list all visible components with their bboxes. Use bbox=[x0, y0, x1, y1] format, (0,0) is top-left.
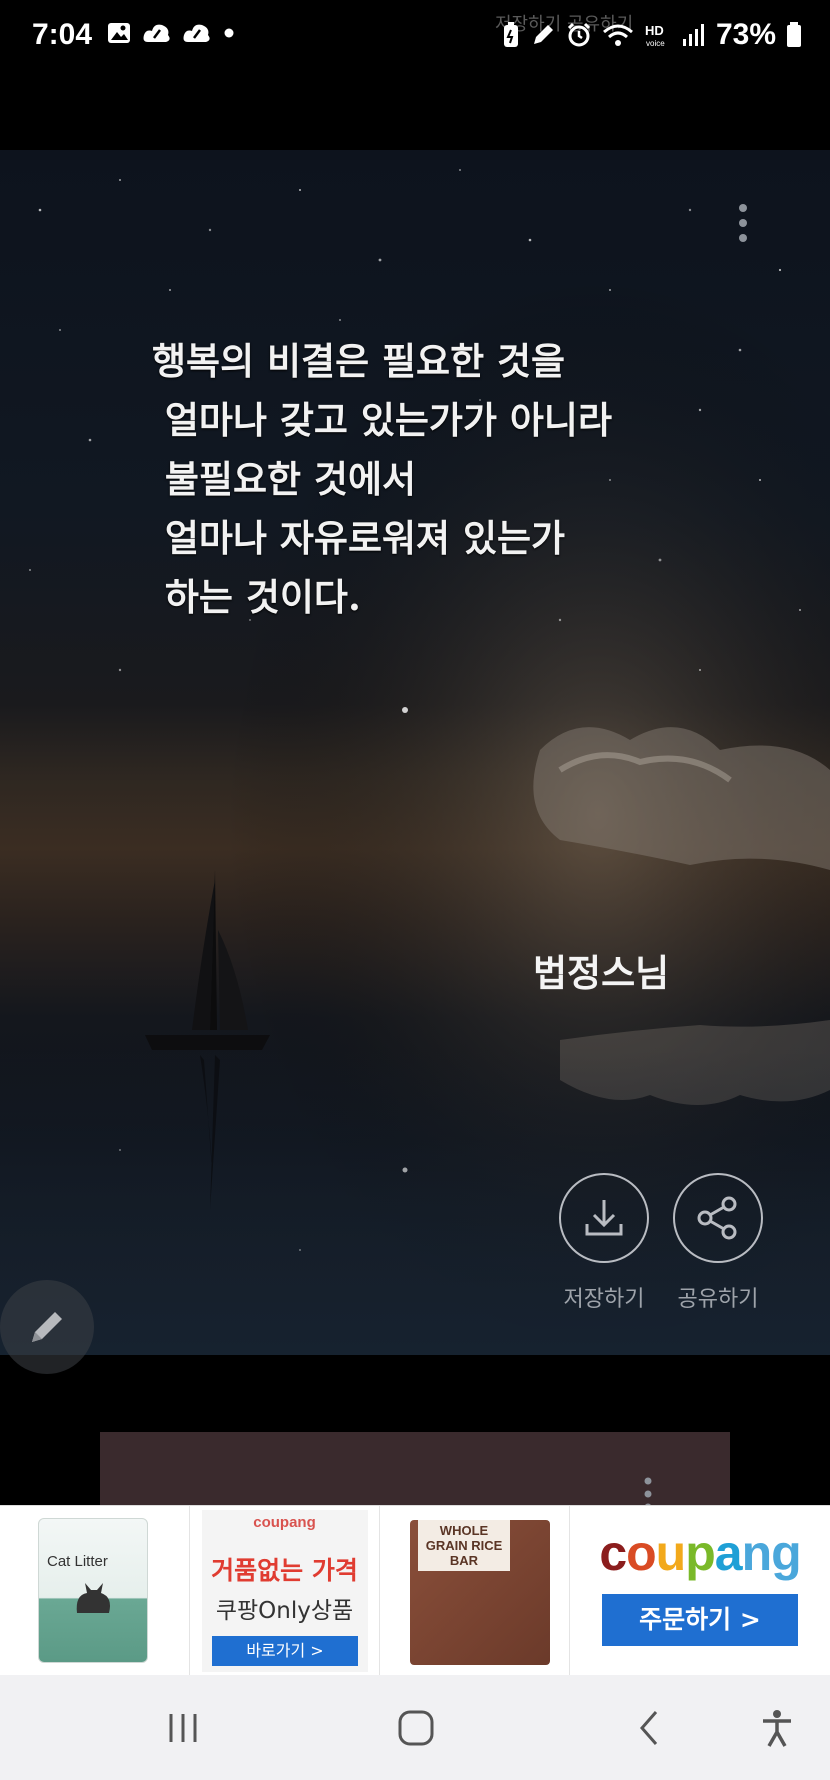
sailboat-silhouette bbox=[145, 870, 270, 1210]
next-quote-card[interactable] bbox=[100, 1432, 730, 1512]
cat-litter-title: Cat Litter bbox=[47, 1553, 108, 1570]
alarm-icon bbox=[567, 22, 591, 47]
svg-text:HD: HD bbox=[645, 23, 664, 38]
home-icon bbox=[398, 1710, 434, 1746]
download-icon bbox=[585, 1200, 623, 1236]
battery-saver-icon bbox=[503, 22, 518, 47]
share-icon bbox=[697, 1196, 737, 1240]
back-icon bbox=[640, 1711, 658, 1745]
coupang-logo: coupang bbox=[599, 1525, 801, 1581]
promo-headline: 거품없는 가격 bbox=[211, 1556, 358, 1585]
share-button[interactable]: 공유하기 bbox=[672, 1173, 764, 1313]
quote-image-card[interactable]: 행복의 비결은 필요한 것을 얼마나 갖고 있는가가 아니라 불필요한 것에서 … bbox=[0, 150, 830, 1355]
status-right-icons: HD voice 73% bbox=[502, 18, 802, 52]
svg-text:voice: voice bbox=[646, 39, 665, 48]
wifi-icon bbox=[602, 24, 633, 46]
share-button-circle[interactable] bbox=[673, 1173, 763, 1263]
promo-subline: 쿠팡Only상품 bbox=[215, 1598, 354, 1624]
pen-icon bbox=[533, 25, 553, 44]
ad-item-coupang-only[interactable]: coupang 거품없는 가격 쿠팡Only상품 바로가기 > bbox=[190, 1506, 380, 1676]
ad-item-cat-litter[interactable]: Cat Litter bbox=[0, 1506, 190, 1676]
accessibility-button[interactable] bbox=[752, 1703, 802, 1753]
home-button[interactable] bbox=[391, 1703, 441, 1753]
gallery-icon bbox=[108, 23, 130, 43]
more-options-icon[interactable] bbox=[738, 202, 748, 244]
ad-banner[interactable]: Cat Litter coupang 거품없는 가격 쿠팡Only상품 바로가기… bbox=[0, 1505, 830, 1676]
edit-button[interactable] bbox=[0, 1280, 94, 1374]
order-button[interactable]: 주문하기 > bbox=[602, 1594, 798, 1646]
status-bar: 7:04 저장하기 공유하기 HD voice 73% bbox=[0, 0, 830, 75]
status-left-icons bbox=[106, 20, 236, 46]
share-label: 공유하기 bbox=[677, 1287, 759, 1312]
hd-voice-icon: HDvoice bbox=[645, 23, 665, 48]
accessibility-icon bbox=[763, 1710, 791, 1747]
ad-item-coupang-order[interactable]: coupang 주문하기 > bbox=[570, 1506, 830, 1676]
quote-author: 법정스님 bbox=[533, 951, 670, 995]
cat-icon bbox=[76, 1583, 110, 1613]
navigation-bar bbox=[0, 1675, 830, 1780]
battery-level: 73% bbox=[715, 18, 776, 51]
cloud-icon bbox=[143, 24, 170, 42]
pencil-icon bbox=[32, 1312, 62, 1342]
ad-item-rice-bar[interactable]: WHOLE GRAIN RICE BAR bbox=[380, 1506, 570, 1676]
coupang-small-logo: coupang bbox=[253, 1514, 316, 1531]
dot-icon bbox=[224, 28, 234, 38]
battery-icon bbox=[787, 22, 801, 47]
save-button-circle[interactable] bbox=[559, 1173, 649, 1263]
go-button[interactable]: 바로가기 > bbox=[212, 1636, 358, 1666]
rice-bar-label: WHOLE GRAIN RICE BAR bbox=[418, 1520, 510, 1571]
recent-apps-icon bbox=[169, 1714, 197, 1742]
back-button[interactable] bbox=[624, 1703, 674, 1753]
quote-text: 행복의 비결은 필요한 것을 얼마나 갖고 있는가가 아니라 불필요한 것에서 … bbox=[152, 339, 613, 619]
recent-apps-button[interactable] bbox=[158, 1703, 208, 1753]
status-time: 7:04 bbox=[32, 18, 93, 51]
save-label: 저장하기 bbox=[563, 1287, 645, 1312]
cat-litter-package: Cat Litter bbox=[38, 1518, 148, 1663]
save-button[interactable]: 저장하기 bbox=[558, 1173, 650, 1313]
cloud-icon bbox=[183, 24, 210, 42]
signal-icon bbox=[682, 24, 704, 46]
